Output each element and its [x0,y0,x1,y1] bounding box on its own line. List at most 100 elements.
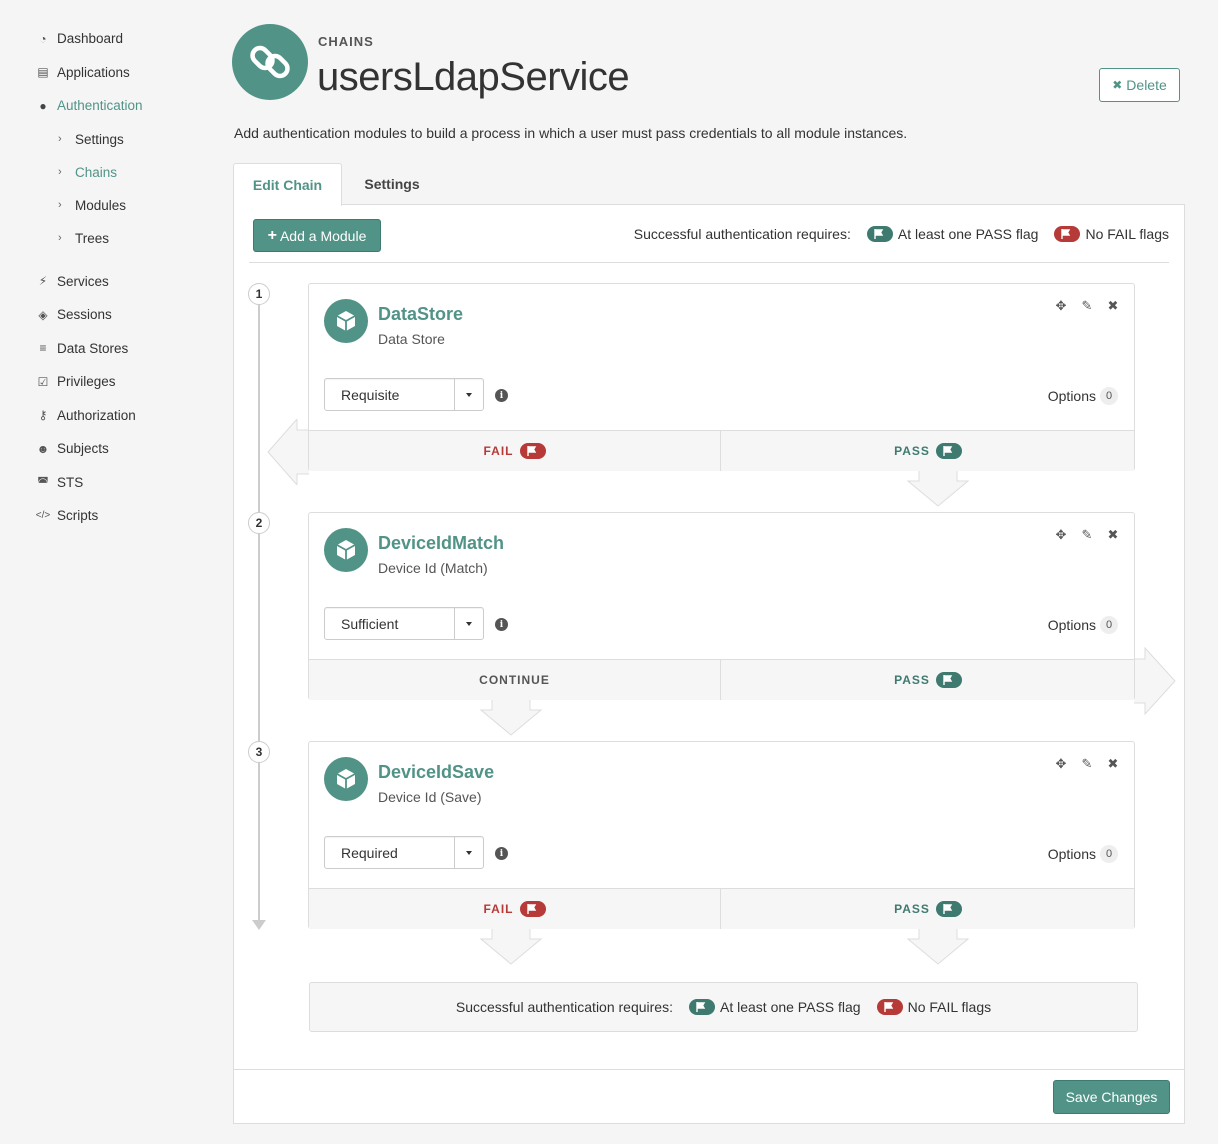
page-kicker: CHAINS [318,34,374,49]
sidebar-subitem-chains[interactable]: › Chains [0,156,200,189]
fail-flag-label: No FAIL flags [907,999,992,1015]
step-number: 2 [248,512,270,534]
sidebar-subitem-modules[interactable]: › Modules [0,189,200,222]
module-tools: ✥ ✎ ✖ [1054,298,1120,314]
criteria-select[interactable]: Sufficient [324,607,484,640]
chevron-right-icon: › [58,199,62,211]
options-button[interactable]: Options 0 [1048,616,1118,634]
close-icon[interactable]: ✖ [1106,527,1120,543]
sidebar-item-authorization[interactable]: ⚷ Authorization [0,399,200,433]
requires-label: Successful authentication requires: [455,999,673,1015]
criteria-select[interactable]: Requisite [324,378,484,411]
pass-flag-icon [866,226,893,242]
sidebar-item-data-stores[interactable]: ≡ Data Stores [0,332,200,366]
module-tools: ✥ ✎ ✖ [1054,527,1120,543]
module-type: Device Id (Save) [378,789,482,805]
ticket-icon: ◈ [38,307,48,322]
info-icon[interactable]: i [495,618,508,631]
pencil-icon[interactable]: ✎ [1080,527,1094,543]
caret-down-icon [454,379,483,410]
pencil-icon[interactable]: ✎ [1080,298,1094,314]
sidebar-item-label: Data Stores [57,340,129,356]
outcome-continue: CONTINUE [309,660,721,700]
chain-link-icon [232,24,308,100]
options-button[interactable]: Options 0 [1048,387,1118,405]
user-icon: ● [39,98,47,113]
module-name[interactable]: DeviceIdMatch [378,533,504,554]
module-name[interactable]: DeviceIdSave [378,762,494,783]
pass-flag-icon [935,443,962,459]
step-number: 1 [248,283,270,305]
step-number: 3 [248,741,270,763]
info-icon[interactable]: i [495,847,508,860]
module-card: DataStore Data Store ✥ ✎ ✖ Requisite i O… [308,283,1135,471]
sidebar-item-authentication[interactable]: ● Authentication [0,89,200,123]
sidebar-subitem-trees[interactable]: › Trees [0,222,200,255]
module-outcomes: CONTINUE PASS [309,659,1134,700]
pass-flag-label: At least one PASS flag [897,226,1039,242]
save-changes-button[interactable]: Save Changes [1053,1080,1170,1114]
page-title: usersLdapService [317,55,630,99]
pass-down-arrow [907,929,969,965]
options-count: 0 [1100,387,1118,405]
caret-down-icon [454,608,483,639]
fail-flag-icon [876,999,903,1015]
sidebar-item-label: Sessions [57,307,112,323]
pass-flag-label: At least one PASS flag [719,999,861,1015]
criteria-value: Required [341,845,398,861]
sidebar-item-applications[interactable]: ▤ Applications [0,56,200,90]
auth-requirements-bottom: Successful authentication requires: At l… [309,982,1138,1032]
outcome-label: FAIL [483,902,514,916]
sidebar-item-subjects[interactable]: ☻ Subjects [0,432,200,466]
outcome-fail: FAIL [309,889,721,929]
add-module-button[interactable]: + Add a Module [253,219,381,252]
plus-icon: + [267,226,277,244]
sidebar-item-label: Privileges [57,374,116,390]
criteria-value: Requisite [341,387,400,403]
outcome-fail: FAIL [309,431,721,471]
close-icon: ✖ [1112,78,1123,92]
outcome-pass: PASS [722,431,1134,471]
module-type: Device Id (Match) [378,560,488,576]
sidebar-subitem-settings[interactable]: › Settings [0,123,200,156]
sidebar-item-label: Dashboard [57,31,124,47]
criteria-value: Sufficient [341,616,399,632]
delete-button-label: Delete [1126,77,1167,93]
page-description: Add authentication modules to build a pr… [234,125,908,141]
dashboard-icon: ◔ [39,31,47,46]
timeline-arrow-icon [252,920,266,930]
requires-label: Successful authentication requires: [633,226,851,242]
criteria-select[interactable]: Required [324,836,484,869]
sidebar-item-sessions[interactable]: ◈ Sessions [0,298,200,332]
chevron-right-icon: › [58,166,62,178]
module-outcomes: FAIL PASS [309,430,1134,471]
delete-button[interactable]: ✖ Delete [1099,68,1180,102]
move-icon[interactable]: ✥ [1054,298,1068,314]
caret-down-icon [454,837,483,868]
sidebar-item-services[interactable]: ⚡ Services [0,265,200,299]
move-icon[interactable]: ✥ [1054,756,1068,772]
module-name[interactable]: DataStore [378,304,463,325]
options-button[interactable]: Options 0 [1048,845,1118,863]
sidebar-item-dashboard[interactable]: ◔ Dashboard [0,22,200,56]
fail-flag-icon [519,901,546,917]
sidebar-item-label: STS [57,474,84,490]
tab-edit-chain[interactable]: Edit Chain [233,163,342,206]
close-icon[interactable]: ✖ [1106,756,1120,772]
sidebar-item-privileges[interactable]: ☑ Privileges [0,365,200,399]
sidebar-item-label: Scripts [57,508,99,524]
pencil-icon[interactable]: ✎ [1080,756,1094,772]
info-icon[interactable]: i [495,389,508,402]
key-icon: ⚷ [38,408,48,423]
pass-flag-icon [935,672,962,688]
sidebar-item-sts[interactable]: ◚ STS [0,466,200,500]
move-icon[interactable]: ✥ [1054,527,1068,543]
sidebar-item-label: Applications [57,64,130,80]
close-icon[interactable]: ✖ [1106,298,1120,314]
tab-settings[interactable]: Settings [342,163,442,205]
sidebar-item-label: Authorization [57,407,136,423]
chevron-right-icon: › [58,232,62,244]
chevron-right-icon: › [58,133,62,145]
sidebar-item-scripts[interactable]: </> Scripts [0,499,200,533]
